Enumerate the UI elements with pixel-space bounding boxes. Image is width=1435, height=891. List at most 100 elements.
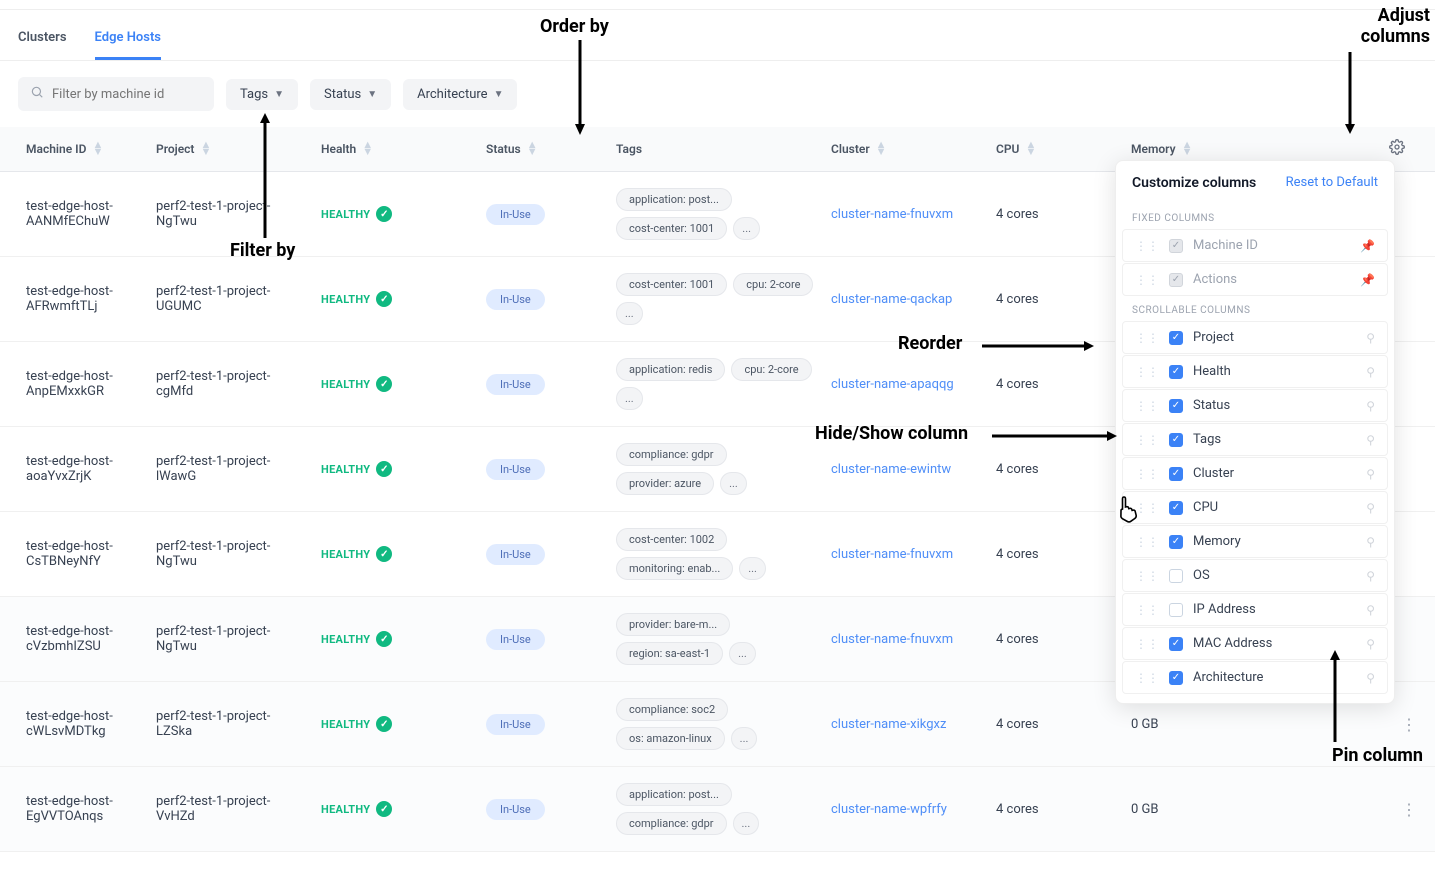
pin-icon[interactable]: ⚲ [1366, 569, 1375, 583]
column-item[interactable]: ⋮⋮ ✓ Project ⚲ [1122, 321, 1388, 354]
tag-more[interactable]: ... [616, 302, 643, 325]
pin-icon[interactable]: ⚲ [1366, 535, 1375, 549]
column-item[interactable]: ⋮⋮IP Address⚲ [1122, 593, 1388, 626]
grip-icon[interactable]: ⋮⋮ [1135, 331, 1159, 345]
checkbox[interactable]: ✓ [1169, 671, 1183, 685]
grip-icon[interactable]: ⋮⋮ [1135, 467, 1159, 481]
tab-edge-hosts[interactable]: Edge Hosts [95, 20, 161, 60]
pin-icon[interactable]: 📌 [1360, 239, 1375, 253]
checkbox[interactable]: ✓ [1169, 467, 1183, 481]
grip-icon[interactable]: ⋮⋮ [1135, 535, 1159, 549]
tag-more[interactable]: ... [739, 557, 766, 580]
cell-cluster[interactable]: cluster-name-ewintw [823, 462, 988, 477]
th-status[interactable]: Status▲▼ [478, 127, 608, 171]
column-item[interactable]: ⋮⋮✓Cluster⚲ [1122, 457, 1388, 490]
pin-icon[interactable]: ⚲ [1366, 637, 1375, 651]
row-actions[interactable]: ⋮ [1401, 800, 1417, 819]
column-item[interactable]: ⋮⋮ ✓ Health ⚲ [1122, 355, 1388, 388]
checkbox[interactable]: ✓ [1169, 637, 1183, 651]
checkbox[interactable]: ✓ [1169, 365, 1183, 379]
pin-icon[interactable]: ⚲ [1366, 331, 1375, 345]
cell-status: In-Use [478, 629, 608, 650]
tag-pill: compliance: soc2 [616, 698, 728, 721]
checkbox[interactable]: ✓ [1169, 535, 1183, 549]
tag-more[interactable]: ... [733, 217, 760, 240]
th-cluster[interactable]: Cluster▲▼ [823, 127, 988, 171]
th-cpu[interactable]: CPU▲▼ [988, 127, 1123, 171]
column-item[interactable]: ⋮⋮✓MAC Address⚲ [1122, 627, 1388, 660]
grip-icon[interactable]: ⋮⋮ [1135, 603, 1159, 617]
th-project[interactable]: Project▲▼ [148, 127, 313, 171]
cell-cpu: 4 cores [988, 462, 1123, 477]
filter-status[interactable]: Status▼ [310, 79, 391, 110]
annotation-hide-show: Hide/Show column [815, 423, 968, 444]
tag-more[interactable]: ... [720, 472, 747, 495]
grip-icon[interactable]: ⋮⋮ [1135, 637, 1159, 651]
cell-machine-id: test-edge-host-AFRwmftTLj [18, 284, 148, 314]
cell-cluster[interactable]: cluster-name-wpfrfy [823, 802, 988, 817]
cell-cluster[interactable]: cluster-name-fnuvxm [823, 547, 988, 562]
column-item[interactable]: ⋮⋮✓Status⚲ [1122, 389, 1388, 422]
column-item[interactable]: ⋮⋮ OS ⚲ [1122, 559, 1388, 592]
grip-icon[interactable]: ⋮⋮ [1135, 433, 1159, 447]
column-label: OS [1193, 568, 1356, 583]
row-actions[interactable]: ⋮ [1401, 715, 1417, 734]
checkbox[interactable]: ✓ [1169, 331, 1183, 345]
fixed-columns-label: FIXED COLUMNS [1116, 205, 1394, 228]
cell-health: HEALTHY✓ [313, 716, 478, 732]
pin-icon[interactable]: ⚲ [1366, 365, 1375, 379]
cell-project: perf2-test-1-project-VvHZd [148, 794, 313, 824]
column-item[interactable]: ⋮⋮✓Memory⚲ [1122, 525, 1388, 558]
tag-more[interactable]: ... [731, 727, 758, 750]
tag-more[interactable]: ... [616, 387, 643, 410]
pin-icon[interactable]: 📌 [1360, 273, 1375, 287]
cell-cluster[interactable]: cluster-name-apaqqg [823, 377, 988, 392]
scrollable-columns-label: SCROLLABLE COLUMNS [1116, 297, 1394, 320]
tag-pill: cost-center: 1001 [616, 217, 727, 240]
checkbox[interactable]: ✓ [1169, 399, 1183, 413]
pin-icon[interactable]: ⚲ [1366, 399, 1375, 413]
pin-icon[interactable]: ⚲ [1366, 603, 1375, 617]
cell-cluster[interactable]: cluster-name-xikgxz [823, 717, 988, 732]
cell-cluster[interactable]: cluster-name-fnuvxm [823, 207, 988, 222]
cell-status: In-Use [478, 544, 608, 565]
column-item[interactable]: ⋮⋮✓Tags⚲ [1122, 423, 1388, 456]
pin-icon[interactable]: ⚲ [1366, 467, 1375, 481]
search-input[interactable] [52, 87, 218, 102]
search-input-wrap[interactable] [18, 77, 214, 111]
checkbox[interactable]: ✓ [1169, 433, 1183, 447]
th-health[interactable]: Health▲▼ [313, 127, 478, 171]
check-icon: ✓ [376, 461, 392, 477]
column-label: Health [1193, 364, 1356, 379]
column-item[interactable]: ⋮⋮✓CPU⚲ [1122, 491, 1388, 524]
filter-tags[interactable]: Tags▼ [226, 79, 298, 110]
column-item[interactable]: ⋮⋮✓Architecture⚲ [1122, 661, 1388, 694]
checkbox[interactable] [1169, 603, 1183, 617]
cell-cluster[interactable]: cluster-name-qackap [823, 292, 988, 307]
tag-more[interactable]: ... [733, 812, 760, 835]
cell-health: HEALTHY✓ [313, 461, 478, 477]
pin-icon[interactable]: ⚲ [1366, 671, 1375, 685]
cell-cluster[interactable]: cluster-name-fnuvxm [823, 632, 988, 647]
th-tags[interactable]: Tags [608, 127, 823, 171]
cell-health: HEALTHY✓ [313, 801, 478, 817]
th-machine-id[interactable]: Machine ID▲▼ [18, 127, 148, 171]
tag-more[interactable]: ... [729, 642, 756, 665]
grip-icon[interactable]: ⋮⋮ [1135, 569, 1159, 583]
cell-project: perf2-test-1-project-cgMfd [148, 369, 313, 399]
grip-icon: ⋮⋮ [1135, 273, 1159, 287]
column-settings-popover: Customize columns Reset to Default FIXED… [1115, 160, 1395, 704]
grip-icon[interactable]: ⋮⋮ [1135, 365, 1159, 379]
grip-icon[interactable]: ⋮⋮ [1135, 399, 1159, 413]
tab-clusters[interactable]: Clusters [18, 20, 67, 60]
column-label: Project [1193, 330, 1356, 345]
checkbox[interactable] [1169, 569, 1183, 583]
tag-pill: compliance: gdpr [616, 443, 727, 466]
pin-icon[interactable]: ⚲ [1366, 433, 1375, 447]
cell-machine-id: test-edge-host-AnpEMxxkGR [18, 369, 148, 399]
reset-to-default[interactable]: Reset to Default [1286, 175, 1378, 191]
checkbox[interactable]: ✓ [1169, 501, 1183, 515]
pin-icon[interactable]: ⚲ [1366, 501, 1375, 515]
filter-architecture[interactable]: Architecture▼ [403, 79, 517, 110]
grip-icon[interactable]: ⋮⋮ [1135, 671, 1159, 685]
